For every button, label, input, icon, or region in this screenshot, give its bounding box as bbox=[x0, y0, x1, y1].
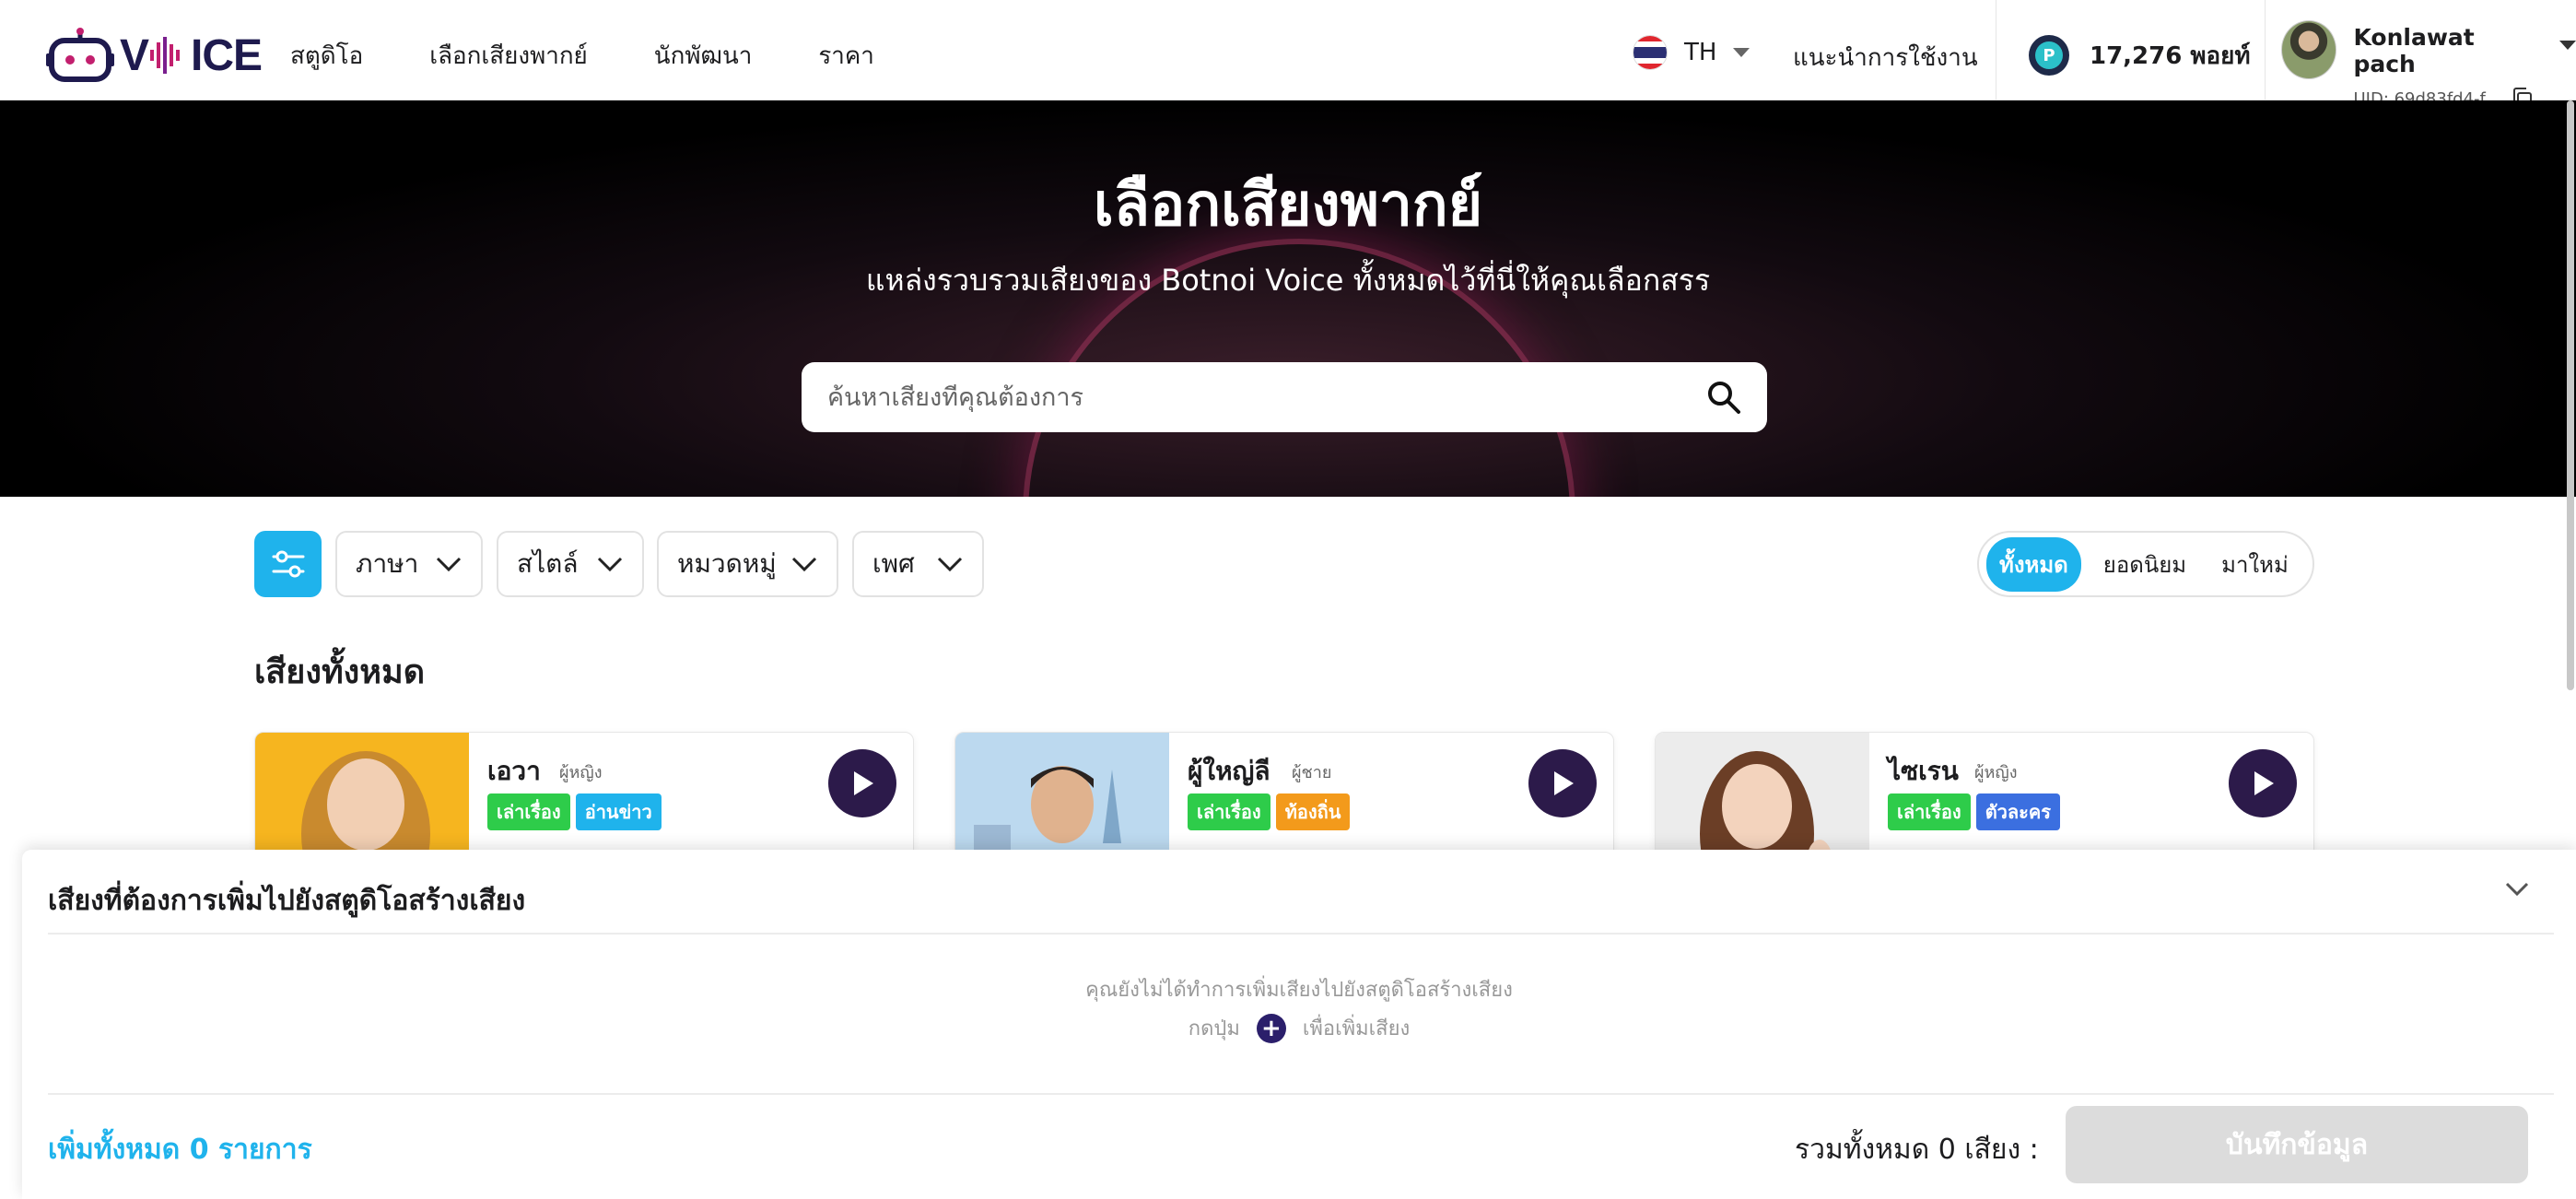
header-divider bbox=[2265, 0, 2266, 100]
section-title: เสียงทั้งหมด bbox=[254, 653, 426, 691]
added-count: เพิ่มทั้งหมด 0 รายการ bbox=[48, 1134, 312, 1166]
bot-logo-icon bbox=[46, 28, 114, 82]
gender-filter-dropdown[interactable]: เพศ bbox=[852, 531, 984, 597]
sort-toggle: ทั้งหมด ยอดนิยม มาใหม่ bbox=[1977, 531, 2314, 597]
top-header: V ICE สตูดิโอ เลือกเสียงพากย์ นักพัฒนา ร… bbox=[0, 0, 2576, 110]
studio-add-panel: เสียงที่ต้องการเพิ่มไปยังสตูดิโอสร้างเสี… bbox=[22, 850, 2576, 1199]
page-subtitle: แหล่งรวบรวมเสียงของ Botnoi Voice ทั้งหมด… bbox=[865, 263, 1711, 298]
advanced-filter-button[interactable] bbox=[254, 531, 322, 597]
voice-tags: เล่าเรื่อง อ่านข่าว bbox=[487, 793, 662, 830]
hero-banner: เลือกเสียงพากย์ แหล่งรวบรวมเสียงของ Botn… bbox=[0, 100, 2576, 497]
save-button[interactable]: บันทึกข้อมูล bbox=[2066, 1106, 2528, 1183]
tag: ท้องถิ่น bbox=[1275, 793, 1351, 830]
divider bbox=[48, 1093, 2554, 1095]
user-menu[interactable]: Konlawat pach UID: 69d83fd4-f... bbox=[2281, 20, 2576, 111]
dropdown-label: เพศ bbox=[872, 548, 915, 579]
voice-name: เอวา bbox=[487, 756, 541, 786]
guide-link[interactable]: แนะนำการใช้งาน bbox=[1793, 39, 1978, 76]
language-selector[interactable]: TH bbox=[1633, 35, 1751, 70]
search-icon[interactable] bbox=[1706, 380, 1741, 415]
play-icon bbox=[854, 771, 873, 795]
tag: อ่านข่าว bbox=[575, 793, 662, 830]
page-scrollbar[interactable] bbox=[2565, 100, 2576, 690]
dropdown-label: หมวดหมู่ bbox=[677, 548, 777, 579]
panel-title: เสียงที่ต้องการเพิ่มไปยังสตูดิโอสร้างเสี… bbox=[48, 885, 526, 917]
thai-flag-icon bbox=[1633, 35, 1668, 70]
search-box bbox=[802, 362, 1767, 432]
tag: เล่าเรื่อง bbox=[1888, 793, 1971, 830]
voice-gender: ผู้หญิง bbox=[559, 763, 603, 782]
voice-gender: ผู้ชาย bbox=[1292, 763, 1332, 782]
empty-hint: กดปุ่ม + เพื่อเพิ่มเสียง bbox=[1188, 1013, 1411, 1043]
voice-tags: เล่าเรื่อง ท้องถิ่น bbox=[1188, 793, 1351, 830]
logo-text: V bbox=[120, 30, 149, 80]
play-button[interactable] bbox=[828, 749, 896, 817]
total-voices: รวมทั้งหมด 0 เสียง : bbox=[1795, 1134, 2039, 1166]
points-value: 17,276 พอยท์ bbox=[2090, 41, 2251, 70]
filter-sliders-icon bbox=[272, 550, 304, 578]
soundwave-icon bbox=[150, 37, 181, 74]
empty-message: คุณยังไม่ได้ทำการเพิ่มเสียงไปยังสตูดิโอส… bbox=[1085, 979, 1513, 1002]
points-icon: P bbox=[2029, 35, 2069, 76]
play-button[interactable] bbox=[1528, 749, 1597, 817]
chevron-down-icon bbox=[597, 557, 623, 572]
voice-name: ผู้ใหญ่ลี bbox=[1188, 756, 1270, 786]
style-filter-dropdown[interactable]: สไตล์ bbox=[497, 531, 644, 597]
logo-text-rest: ICE bbox=[191, 30, 263, 80]
chevron-down-icon[interactable] bbox=[2504, 881, 2530, 898]
chevron-down-icon bbox=[436, 557, 462, 572]
play-button[interactable] bbox=[2229, 749, 2297, 817]
tag: ตัวละคร bbox=[1975, 793, 2061, 830]
voice-gender: ผู้หญิง bbox=[1974, 763, 2018, 782]
voice-logo[interactable]: V ICE bbox=[46, 28, 263, 83]
user-name: Konlawat pach bbox=[2353, 24, 2475, 77]
chevron-down-icon bbox=[937, 557, 963, 572]
points-balance[interactable]: P 17,276 พอยท์ bbox=[2029, 35, 2251, 76]
sort-all[interactable]: ทั้งหมด bbox=[1986, 536, 2081, 592]
nav-studio[interactable]: สตูดิโอ bbox=[290, 37, 363, 75]
language-code: TH bbox=[1684, 39, 1717, 66]
dropdown-label: สไตล์ bbox=[517, 548, 579, 579]
plus-icon: + bbox=[1256, 1013, 1286, 1043]
nav-choose-voice[interactable]: เลือกเสียงพากย์ bbox=[429, 37, 588, 75]
page-title: เลือกเสียงพากย์ bbox=[1093, 171, 1483, 240]
play-icon bbox=[2254, 771, 2274, 795]
chevron-down-icon bbox=[791, 557, 817, 572]
voice-tags: เล่าเรื่อง ตัวละคร bbox=[1888, 793, 2061, 830]
main-nav: สตูดิโอ เลือกเสียงพากย์ นักพัฒนา ราคา bbox=[290, 37, 874, 75]
sort-popular[interactable]: ยอดนิยม bbox=[2090, 537, 2199, 592]
nav-pricing[interactable]: ราคา bbox=[818, 37, 874, 75]
voice-name: ไซเรน bbox=[1888, 756, 1959, 786]
category-filter-dropdown[interactable]: หมวดหมู่ bbox=[657, 531, 838, 597]
tag: เล่าเรื่อง bbox=[487, 793, 570, 830]
caret-down-icon[interactable] bbox=[2559, 41, 2576, 50]
avatar bbox=[2281, 20, 2337, 79]
tag: เล่าเรื่อง bbox=[1188, 793, 1270, 830]
caret-down-icon bbox=[1733, 48, 1751, 57]
search-input[interactable] bbox=[827, 382, 1706, 412]
divider bbox=[48, 933, 2554, 935]
nav-developer[interactable]: นักพัฒนา bbox=[654, 37, 753, 75]
dropdown-label: ภาษา bbox=[356, 548, 419, 579]
language-filter-dropdown[interactable]: ภาษา bbox=[335, 531, 483, 597]
play-icon bbox=[1554, 771, 1574, 795]
sort-new[interactable]: มาใหม่ bbox=[2208, 537, 2301, 592]
